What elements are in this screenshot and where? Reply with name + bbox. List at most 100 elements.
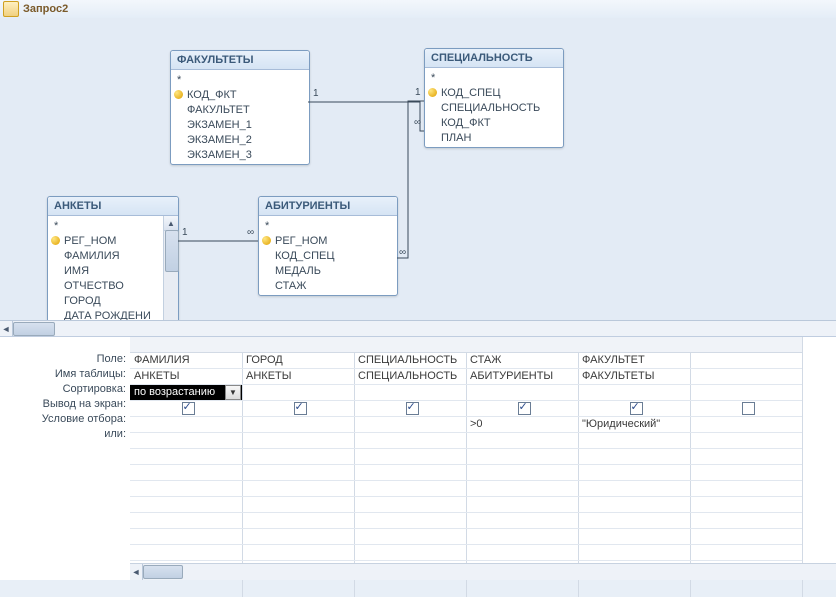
- cell-blank[interactable]: [242, 513, 354, 529]
- column-selector[interactable]: [466, 337, 578, 353]
- cell-or[interactable]: [578, 433, 690, 449]
- cell-blank[interactable]: [242, 497, 354, 513]
- nav-left-icon[interactable]: ◄: [0, 321, 13, 337]
- grid-nav-left-icon[interactable]: ◄: [130, 564, 143, 580]
- cell-criteria[interactable]: [690, 417, 802, 433]
- grid-column[interactable]: [690, 337, 803, 597]
- table-speciality[interactable]: СПЕЦИАЛЬНОСТЬ * КОД_СПЕЦ СПЕЦИАЛЬНОСТЬ К…: [424, 48, 564, 148]
- show-checkbox[interactable]: [630, 402, 643, 415]
- table-abiturients[interactable]: АБИТУРИЕНТЫ * РЕГ_НОМ КОД_СПЕЦ МЕДАЛЬ СТ…: [258, 196, 398, 296]
- field-otchestvo[interactable]: ОТЧЕСТВО: [48, 278, 162, 293]
- cell-blank[interactable]: [466, 529, 578, 545]
- cell-sort[interactable]: [354, 385, 466, 401]
- cell-blank[interactable]: [466, 513, 578, 529]
- field-kod-fkt2[interactable]: КОД_ФКТ: [425, 115, 563, 130]
- cell-blank[interactable]: [354, 481, 466, 497]
- cell-sort[interactable]: [466, 385, 578, 401]
- cell-criteria[interactable]: [130, 417, 242, 433]
- cell-table[interactable]: АБИТУРИЕНТЫ: [466, 369, 578, 385]
- column-selector[interactable]: [354, 337, 466, 353]
- cell-field[interactable]: СПЕЦИАЛЬНОСТЬ: [354, 353, 466, 369]
- cell-or[interactable]: [466, 433, 578, 449]
- scroll-up-icon[interactable]: ▲: [164, 216, 178, 231]
- cell-blank[interactable]: [690, 513, 802, 529]
- cell-table[interactable]: [690, 369, 802, 385]
- cell-blank[interactable]: [130, 497, 242, 513]
- cell-blank[interactable]: [354, 497, 466, 513]
- column-selector[interactable]: [242, 337, 354, 353]
- grid-h-scroll-track[interactable]: [143, 564, 836, 580]
- cell-show[interactable]: [242, 401, 354, 417]
- cell-show[interactable]: [130, 401, 242, 417]
- grid-column[interactable]: СТАЖАБИТУРИЕНТЫ >0: [466, 337, 579, 597]
- cell-blank[interactable]: [690, 481, 802, 497]
- field-stazh[interactable]: СТАЖ: [259, 278, 397, 293]
- column-selector[interactable]: [690, 337, 802, 353]
- cell-blank[interactable]: [354, 545, 466, 561]
- show-checkbox[interactable]: [518, 402, 531, 415]
- column-selector[interactable]: [578, 337, 690, 353]
- show-checkbox[interactable]: [182, 402, 195, 415]
- cell-blank[interactable]: [578, 465, 690, 481]
- cell-blank[interactable]: [690, 449, 802, 465]
- table-speciality-title[interactable]: СПЕЦИАЛЬНОСТЬ: [425, 49, 563, 68]
- cell-blank[interactable]: [578, 481, 690, 497]
- cell-blank[interactable]: [690, 545, 802, 561]
- ankety-scrollbar[interactable]: ▲ ▼: [163, 216, 178, 336]
- grid-column[interactable]: ФАМИЛИЯАНКЕТЫпо возрастанию▼: [130, 337, 243, 597]
- cell-blank[interactable]: [354, 529, 466, 545]
- cell-blank[interactable]: [466, 465, 578, 481]
- column-selector[interactable]: [130, 337, 242, 353]
- cell-or[interactable]: [354, 433, 466, 449]
- h-scroll-thumb[interactable]: [13, 322, 55, 336]
- cell-sort-selected[interactable]: по возрастанию▼: [130, 385, 242, 401]
- field-reg-nom2[interactable]: РЕГ_НОМ: [259, 233, 397, 248]
- cell-blank[interactable]: [130, 465, 242, 481]
- cell-table[interactable]: АНКЕТЫ: [130, 369, 242, 385]
- field-ekzamen3[interactable]: ЭКЗАМЕН_3: [171, 147, 309, 162]
- cell-blank[interactable]: [130, 513, 242, 529]
- field-star[interactable]: *: [48, 218, 162, 233]
- field-gorod[interactable]: ГОРОД: [48, 293, 162, 308]
- cell-blank[interactable]: [578, 513, 690, 529]
- grid-column[interactable]: ГОРОДАНКЕТЫ: [242, 337, 355, 597]
- cell-field[interactable]: ФАКУЛЬТЕТ: [578, 353, 690, 369]
- field-reg-nom[interactable]: РЕГ_НОМ: [48, 233, 162, 248]
- cell-sort[interactable]: [242, 385, 354, 401]
- field-kod-spec[interactable]: КОД_СПЕЦ: [425, 85, 563, 100]
- scrollbar-thumb[interactable]: [165, 230, 179, 272]
- cell-blank[interactable]: [130, 545, 242, 561]
- cell-field[interactable]: СТАЖ: [466, 353, 578, 369]
- dropdown-icon[interactable]: ▼: [225, 385, 241, 400]
- cell-field[interactable]: [690, 353, 802, 369]
- field-medal[interactable]: МЕДАЛЬ: [259, 263, 397, 278]
- cell-or[interactable]: [130, 433, 242, 449]
- table-faculties-title[interactable]: ФАКУЛЬТЕТЫ: [171, 51, 309, 70]
- cell-criteria[interactable]: >0: [466, 417, 578, 433]
- cell-blank[interactable]: [354, 513, 466, 529]
- cell-show[interactable]: [578, 401, 690, 417]
- cell-blank[interactable]: [354, 449, 466, 465]
- cell-blank[interactable]: [242, 449, 354, 465]
- cell-or[interactable]: [690, 433, 802, 449]
- cell-blank[interactable]: [690, 465, 802, 481]
- table-faculties[interactable]: ФАКУЛЬТЕТЫ * КОД_ФКТ ФАКУЛЬТЕТ ЭКЗАМЕН_1…: [170, 50, 310, 165]
- field-plan[interactable]: ПЛАН: [425, 130, 563, 145]
- h-scroll-track[interactable]: [13, 321, 836, 337]
- cell-field[interactable]: ГОРОД: [242, 353, 354, 369]
- field-kod-fkt[interactable]: КОД_ФКТ: [171, 87, 309, 102]
- cell-table[interactable]: СПЕЦИАЛЬНОСТЬ: [354, 369, 466, 385]
- cell-blank[interactable]: [130, 529, 242, 545]
- cell-show[interactable]: [354, 401, 466, 417]
- cell-table[interactable]: ФАКУЛЬТЕТЫ: [578, 369, 690, 385]
- field-familia[interactable]: ФАМИЛИЯ: [48, 248, 162, 263]
- cell-blank[interactable]: [242, 465, 354, 481]
- cell-blank[interactable]: [130, 481, 242, 497]
- show-checkbox[interactable]: [406, 402, 419, 415]
- field-star[interactable]: *: [171, 72, 309, 87]
- grid-column[interactable]: СПЕЦИАЛЬНОСТЬСПЕЦИАЛЬНОСТЬ: [354, 337, 467, 597]
- cell-blank[interactable]: [466, 497, 578, 513]
- field-ekzamen1[interactable]: ЭКЗАМЕН_1: [171, 117, 309, 132]
- cell-show[interactable]: [466, 401, 578, 417]
- cell-blank[interactable]: [354, 465, 466, 481]
